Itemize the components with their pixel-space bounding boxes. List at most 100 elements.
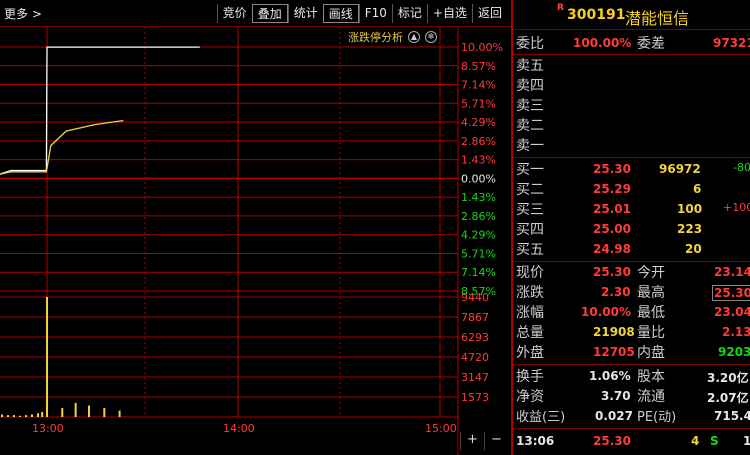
tick-row: 13:06 25.30 4 S 1 [513, 431, 750, 451]
tick-time: 13:06 [516, 434, 555, 448]
buy-price: 25.30 [593, 162, 631, 176]
y-tick-label: 1.43% [461, 191, 496, 204]
stat-label: PE(动) [637, 410, 677, 425]
f10-button[interactable]: F10 [358, 4, 392, 23]
volume-tick-label: 6293 [461, 331, 489, 344]
separator [513, 157, 750, 158]
add-watchlist-button[interactable]: +自选 [426, 4, 472, 23]
chart-toolbar: 更多 > 竞价 叠加 统计 画线 F10 标记 +自选 返回 [0, 0, 511, 27]
margin-mark: R [557, 3, 564, 13]
buy-volume: 20 [685, 242, 702, 256]
intraday-chart-svg[interactable]: 10.00% 8.57% 7.14% 5.71% 4.29% 2.86% 1.43% 0.00… [0, 27, 511, 455]
stat-label: 现价 [516, 265, 544, 281]
volume-bar [7, 415, 9, 417]
volume-bar [61, 408, 64, 417]
stat-label: 量比 [637, 325, 665, 341]
stat-label: 流通 [637, 389, 665, 405]
inner-volume: 9203 [718, 345, 750, 359]
buy-row: 买三 25.01 100 +100 [513, 199, 750, 219]
up-arrow-icon[interactable]: ▲ [408, 31, 420, 43]
volume-bar [37, 413, 39, 417]
buy-row: 买二 25.29 6 [513, 179, 750, 199]
stat-label: 内盘 [637, 345, 665, 361]
volume-bar [19, 415, 21, 417]
sell-row: 卖四 [513, 75, 750, 95]
order-ratio-row: 委比 100.00% 委差 97321 [513, 33, 750, 53]
buy-change: +100 [723, 201, 750, 214]
volume-tick-label: 7867 [461, 311, 489, 324]
auction-button[interactable]: 竞价 [216, 4, 252, 23]
volume-bar [88, 405, 91, 417]
gear-icon[interactable]: ✻ [425, 31, 437, 43]
stat-row-outer: 外盘 12705 内盘 9203 [513, 342, 750, 362]
stat-label: 换手 [516, 369, 544, 385]
stat-row-eps: 收益(三) 0.027 PE(动) 715.4 [513, 406, 750, 426]
y-tick-label: 1.43% [461, 154, 496, 167]
stat-label: 收益(三) [516, 410, 566, 425]
order-diff-label: 委差 [637, 36, 665, 52]
y-tick-label: 5.71% [461, 247, 496, 260]
statistics-button[interactable]: 统计 [287, 4, 323, 23]
buy-label: 买五 [516, 242, 544, 258]
buy-label: 买二 [516, 182, 544, 198]
time-label: 14:00 [223, 422, 255, 435]
volume-bar [118, 410, 121, 417]
buy-row: 买五 24.98 20 [513, 239, 750, 259]
price-change: 2.30 [601, 285, 631, 299]
separator [513, 428, 750, 429]
stat-row-turnover: 换手 1.06% 股本 3.20亿 [513, 366, 750, 386]
mark-button[interactable]: 标记 [391, 4, 427, 23]
y-tick-label: 5.71% [461, 97, 496, 110]
buy-volume: 96972 [659, 162, 701, 176]
buy-label: 买一 [516, 162, 544, 178]
y-tick-label: 8.57% [461, 60, 496, 73]
stat-label: 今开 [637, 265, 665, 281]
stat-row-pct: 涨幅 10.00% 最低 23.04 [513, 302, 750, 322]
sell-row: 卖五 [513, 55, 750, 75]
high-price: 25.30 [712, 285, 750, 301]
stat-label: 涨跌 [516, 285, 544, 301]
turnover-rate: 1.06% [589, 369, 631, 383]
sell-label: 卖三 [516, 98, 544, 114]
overlay-button[interactable]: 叠加 [251, 4, 288, 23]
limit-analysis-label[interactable]: 涨跌停分析 [348, 29, 403, 45]
draw-line-button[interactable]: 画线 [322, 4, 359, 23]
volume-bar [13, 415, 15, 417]
tick-price: 25.30 [593, 434, 631, 448]
current-price: 25.30 [593, 265, 631, 279]
buy-label: 买四 [516, 222, 544, 238]
average-price-line [0, 119, 124, 175]
intraday-chart[interactable]: 10.00% 8.57% 7.14% 5.71% 4.29% 2.86% 1.43% 0.00… [0, 27, 511, 455]
limit-analysis[interactable]: 涨跌停分析 ▲ ✻ [348, 29, 437, 45]
volume-bar [1, 414, 3, 417]
total-shares: 3.20亿 [707, 371, 749, 385]
y-tick-label: 4.29% [461, 229, 496, 242]
buy-volume: 223 [677, 222, 703, 236]
volume-bar [103, 408, 106, 417]
stat-label: 外盘 [516, 345, 544, 361]
buy-row: 买一 25.30 96972 -80 [513, 159, 750, 179]
sell-row: 卖三 [513, 95, 750, 115]
change-percent: 10.00% [581, 305, 631, 319]
buy-label: 买三 [516, 202, 544, 218]
stat-label: 净资 [516, 389, 544, 405]
volume-bar [25, 415, 27, 417]
low-price: 23.04 [714, 305, 750, 319]
stat-row-price: 现价 25.30 今开 23.14 [513, 262, 750, 282]
volume-tick-label: 9440 [461, 291, 489, 304]
y-tick-label: 7.14% [461, 79, 496, 92]
volume-tick-label: 4720 [461, 351, 489, 364]
y-tick-label: 2.86% [461, 135, 496, 148]
buy-volume: 100 [677, 202, 703, 216]
more-menu-button[interactable]: 更多 > [4, 5, 42, 22]
float-shares: 2.07亿 [707, 391, 749, 405]
outer-volume: 12705 [593, 345, 635, 359]
back-button[interactable]: 返回 [471, 4, 507, 23]
y-tick-label: 2.86% [461, 210, 496, 223]
stat-row-volume: 总量 21908 量比 2.13 [513, 322, 750, 342]
zoom-in-button[interactable]: + [460, 432, 484, 450]
eps-value: 0.027 [595, 409, 633, 423]
zoom-controls: + − [460, 432, 508, 450]
zoom-out-button[interactable]: − [484, 432, 508, 450]
stat-label: 总量 [516, 325, 544, 341]
